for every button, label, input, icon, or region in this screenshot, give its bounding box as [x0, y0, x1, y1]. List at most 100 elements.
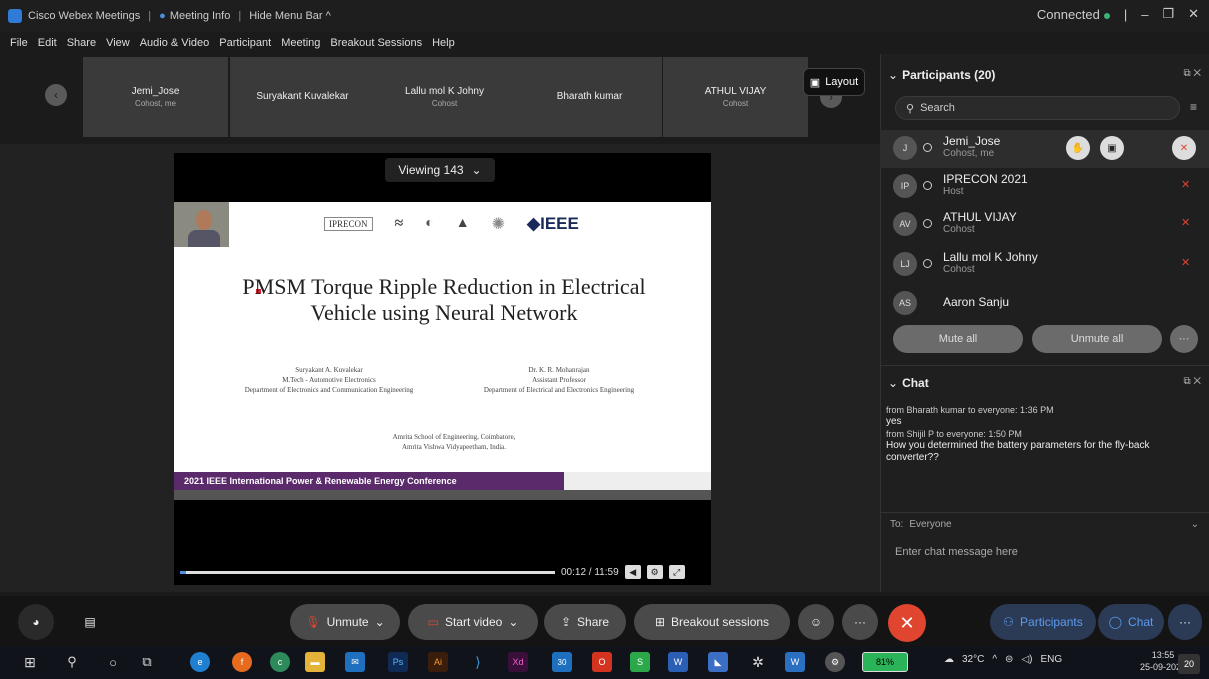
collapse-icon: ⌄: [888, 376, 899, 390]
mail-icon[interactable]: ✉: [345, 652, 365, 672]
end-meeting-button[interactable]: ✕: [888, 604, 926, 642]
webex-taskbar-icon[interactable]: W: [785, 652, 805, 672]
participants-header[interactable]: ⌄ Participants (20): [888, 68, 995, 82]
panel-more-icon[interactable]: ···: [1168, 604, 1202, 640]
restore-icon[interactable]: ❐: [1162, 6, 1174, 22]
ieee-logo: ◆IEEE: [527, 214, 579, 233]
vscode-icon[interactable]: ⟩: [468, 652, 488, 672]
chat-message-input[interactable]: Enter chat message here: [895, 546, 1195, 570]
unmute-all-button[interactable]: Unmute all: [1032, 325, 1162, 353]
teams-icon[interactable]: 30: [552, 652, 572, 672]
menu-participant[interactable]: Participant: [219, 37, 271, 49]
volume-icon[interactable]: ◁): [1021, 654, 1032, 665]
settings-icon[interactable]: ✲: [748, 652, 768, 672]
settings-icon[interactable]: ⚙: [646, 565, 663, 579]
conference-banner: 2021 IEEE International Power & Renewabl…: [174, 472, 564, 490]
menu-view[interactable]: View: [106, 37, 130, 49]
menu-help[interactable]: Help: [432, 37, 455, 49]
webex-assistant-icon[interactable]: ◕: [18, 604, 54, 640]
video-tile-athul[interactable]: ATHUL VIJAY Cohost: [663, 57, 808, 137]
school-info: Amrita School of Engineering, Coimbatore…: [392, 433, 516, 451]
chat-button[interactable]: ◯ Chat: [1098, 604, 1164, 640]
windows-start-icon[interactable]: ⊞: [20, 652, 40, 672]
video-icon[interactable]: ▣: [1100, 136, 1124, 160]
menu-edit[interactable]: Edit: [38, 37, 57, 49]
hide-menu-bar-link[interactable]: Hide Menu Bar ^: [249, 10, 331, 22]
mic-muted-icon[interactable]: ✕: [1181, 256, 1190, 270]
participants-popout-close[interactable]: ⧉ ✕: [1183, 68, 1201, 79]
video-tile-lallu[interactable]: Lallu mol K Johny Cohost: [372, 57, 517, 137]
chat-icon: ◯: [1108, 615, 1123, 629]
mute-all-button[interactable]: Mute all: [893, 325, 1023, 353]
chrome-icon[interactable]: c: [270, 652, 290, 672]
mic-muted-icon[interactable]: ✕: [1172, 136, 1196, 160]
office-icon[interactable]: O: [592, 652, 612, 672]
sort-icon[interactable]: ≡: [1190, 100, 1197, 114]
menu-breakout-sessions[interactable]: Breakout Sessions: [330, 37, 422, 49]
battery-indicator[interactable]: 81%: [862, 652, 908, 672]
layout-button[interactable]: ▣ Layout: [803, 68, 865, 96]
chat-recipient-select[interactable]: To: Everyone ⌄: [880, 512, 1209, 536]
menu-file[interactable]: File: [10, 37, 28, 49]
participant-row[interactable]: LJ Lallu mol K Johny Cohost ✕: [880, 246, 1209, 284]
menu-audio-video[interactable]: Audio & Video: [140, 37, 210, 49]
more-options-icon[interactable]: ···: [842, 604, 878, 640]
share-button[interactable]: ⇪ Share: [544, 604, 626, 640]
breakout-sessions-button[interactable]: ⊞ Breakout sessions: [634, 604, 790, 640]
language-indicator[interactable]: ENG: [1040, 654, 1062, 665]
participant-row[interactable]: IP IPRECON 2021 Host ✕: [880, 168, 1209, 206]
network-icon[interactable]: ⊜: [1005, 654, 1013, 665]
video-tile-suryakant[interactable]: Suryakant Kuvalekar: [230, 57, 375, 137]
chevron-up-icon[interactable]: ^: [992, 654, 997, 665]
xd-icon[interactable]: Xd: [508, 652, 528, 672]
participant-row[interactable]: AS Aaron Sanju: [880, 285, 1209, 323]
illustrator-icon[interactable]: Ai: [428, 652, 448, 672]
participant-search-input[interactable]: ⚲ Search: [895, 96, 1180, 120]
raise-hand-icon[interactable]: ✋: [1066, 136, 1090, 160]
video-tile-bharath[interactable]: Bharath kumar: [517, 57, 662, 137]
unmute-button[interactable]: 🎙︎ Unmute ⌄: [290, 604, 400, 640]
layout-icon: ▣: [809, 76, 821, 89]
playback-track[interactable]: [180, 570, 555, 574]
menu-meeting[interactable]: Meeting: [281, 37, 320, 49]
chevron-down-icon: ⌄: [1190, 519, 1199, 530]
mic-muted-icon[interactable]: ✕: [1181, 178, 1190, 192]
cortana-icon[interactable]: ○: [103, 652, 123, 672]
strip-prev-button[interactable]: ‹: [45, 84, 67, 106]
temperature[interactable]: 32°C: [962, 654, 984, 665]
notifications-icon[interactable]: 20: [1178, 654, 1200, 674]
meeting-info-icon[interactable]: ●: [159, 10, 166, 22]
fullscreen-icon[interactable]: ⤢: [668, 565, 685, 579]
webex-meetings-icon[interactable]: ⚙: [825, 652, 845, 672]
participants-button[interactable]: ⚇ Participants: [990, 604, 1096, 640]
sheets-icon[interactable]: S: [630, 652, 650, 672]
meeting-info-link[interactable]: Meeting Info: [170, 10, 231, 22]
start-video-button[interactable]: ▭ Start video ⌄: [408, 604, 538, 640]
captions-icon[interactable]: ▤: [76, 604, 104, 640]
video-tile-jemi[interactable]: Jemi_Jose Cohost, me: [83, 57, 228, 137]
edge-icon[interactable]: e: [190, 652, 210, 672]
word-icon[interactable]: W: [668, 652, 688, 672]
firefox-icon[interactable]: f: [232, 652, 252, 672]
close-icon[interactable]: ✕: [1188, 6, 1199, 22]
maps-icon[interactable]: ◣: [708, 652, 728, 672]
minimize-icon[interactable]: –: [1141, 7, 1148, 22]
participant-row[interactable]: J Jemi_Jose Cohost, me ✋ ▣ ✕: [880, 130, 1209, 168]
chat-header[interactable]: ⌄ Chat: [888, 376, 929, 390]
task-view-icon[interactable]: ⧉: [137, 652, 157, 672]
participant-row[interactable]: AV ATHUL VIJAY Cohost ✕: [880, 206, 1209, 244]
webex-logo-icon: [8, 9, 22, 23]
more-options-icon[interactable]: ···: [1170, 325, 1198, 353]
menu-share[interactable]: Share: [67, 37, 96, 49]
video-off-icon: ▭: [427, 615, 439, 629]
file-explorer-icon[interactable]: ▬: [305, 652, 325, 672]
search-icon[interactable]: ⚲: [62, 652, 82, 672]
weather-icon[interactable]: ☁: [944, 654, 954, 665]
viewing-dropdown[interactable]: Viewing 143 ⌄: [385, 158, 495, 182]
volume-icon[interactable]: ◀: [624, 565, 641, 579]
avatar: AS: [893, 291, 917, 315]
reactions-icon[interactable]: ☺: [798, 604, 834, 640]
photoshop-icon[interactable]: Ps: [388, 652, 408, 672]
chat-popout-close[interactable]: ⧉ ✕: [1183, 376, 1201, 387]
mic-muted-icon[interactable]: ✕: [1181, 216, 1190, 230]
